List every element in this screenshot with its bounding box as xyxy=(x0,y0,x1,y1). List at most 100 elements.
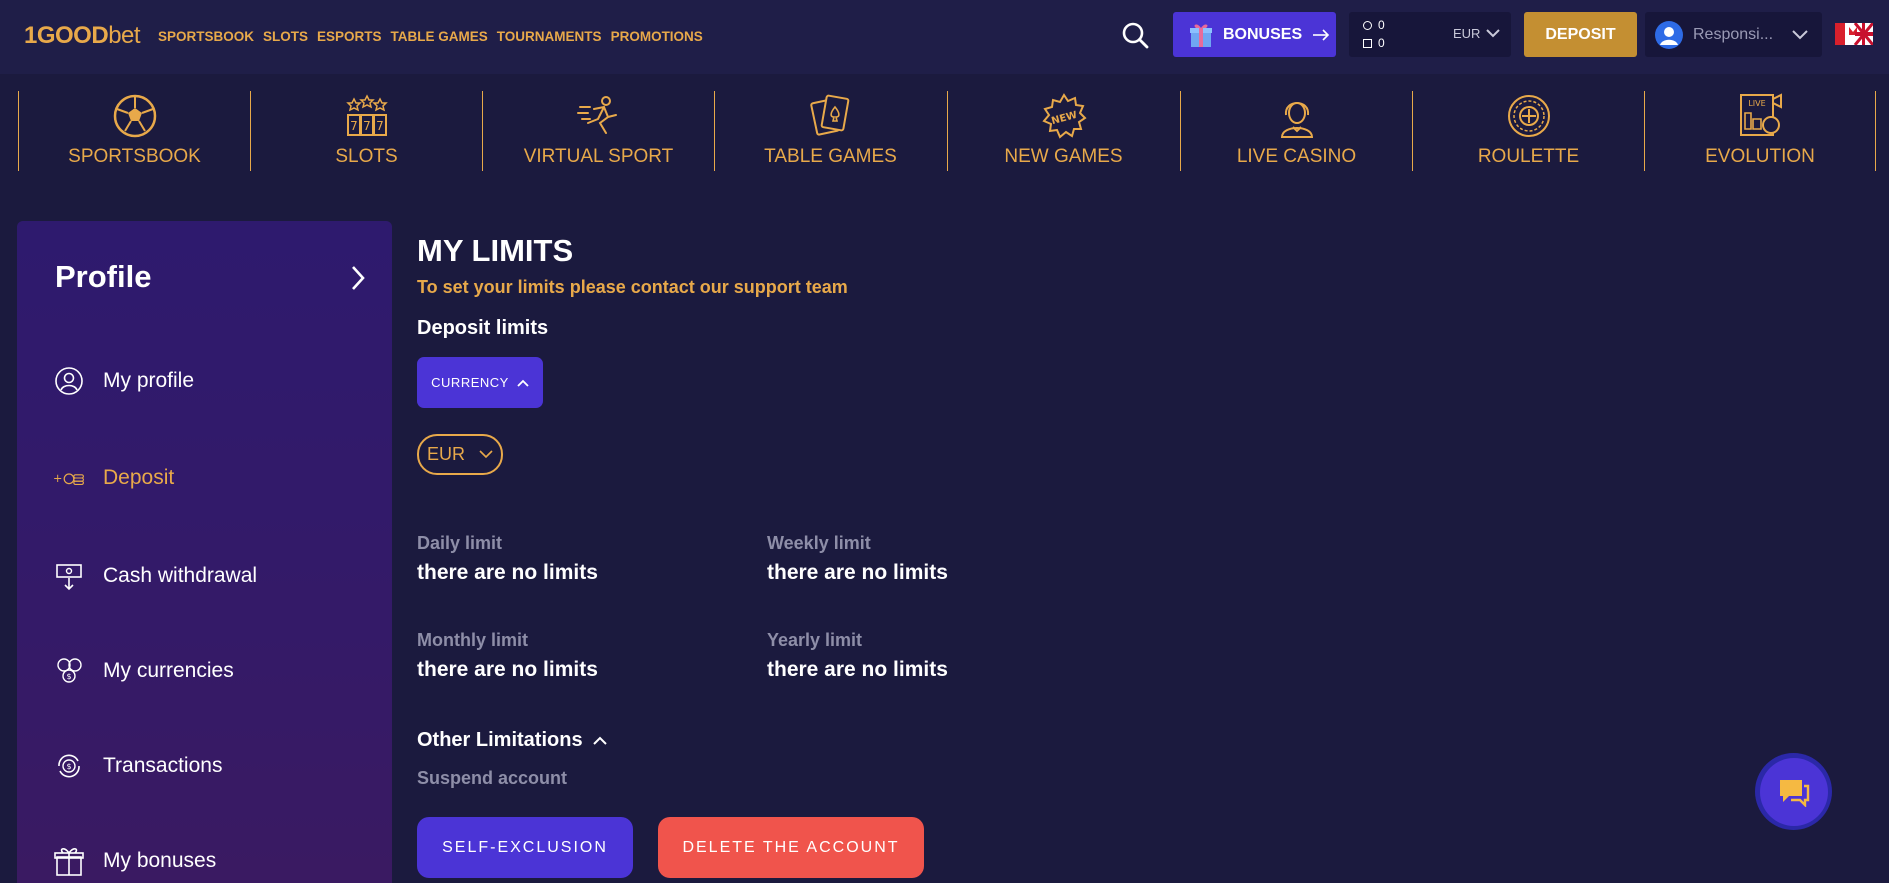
limit-label: Weekly limit xyxy=(767,533,871,553)
category-label: TABLE GAMES xyxy=(764,146,897,167)
chat-button-inner xyxy=(1759,757,1828,826)
soccer-ball-icon xyxy=(113,94,156,138)
svg-text:7: 7 xyxy=(350,119,358,133)
user-circle-icon xyxy=(53,365,85,397)
support-note: To set your limits please contact our su… xyxy=(417,277,848,297)
gift-small-icon xyxy=(1363,38,1372,48)
topnav-promotions[interactable]: PROMOTIONS xyxy=(611,29,703,44)
withdraw-icon xyxy=(53,560,85,592)
sidebar-item-transactions[interactable]: $ Transactions xyxy=(53,746,222,786)
sidebar-item-label: My profile xyxy=(103,369,195,392)
new-badge-icon: NEW xyxy=(1041,93,1087,139)
balance-bonus-value: 0 xyxy=(1378,36,1385,50)
delete-account-button[interactable]: DELETE THE ACCOUNT xyxy=(658,817,924,878)
topnav-esports[interactable]: ESPORTS xyxy=(317,29,382,44)
category-label: SLOTS xyxy=(335,146,398,167)
chevron-down-icon xyxy=(1486,29,1501,38)
weekly-limit: Weekly limit there are no limits xyxy=(767,533,948,585)
deposit-button[interactable]: DEPOSIT xyxy=(1524,12,1637,57)
chat-bubble-icon xyxy=(1779,779,1809,807)
page-title: MY LIMITS xyxy=(417,233,574,268)
search-icon[interactable] xyxy=(1120,20,1150,50)
currency-toggle-button[interactable]: CURRENCY xyxy=(417,357,543,408)
bonuses-button[interactable]: BONUSES xyxy=(1173,12,1336,57)
other-limitations-heading: Other Limitations xyxy=(417,729,583,751)
svg-text:7: 7 xyxy=(363,119,371,133)
limit-label: Yearly limit xyxy=(767,630,863,650)
brand-logo[interactable]: 1GOODbet xyxy=(24,22,141,50)
category-label: VIRTUAL SPORT xyxy=(523,146,674,167)
topnav-table-games[interactable]: TABLE GAMES xyxy=(391,29,488,44)
category-evolution[interactable]: LIVE EVOLUTION xyxy=(1644,91,1876,171)
category-new-games[interactable]: NEW NEW GAMES xyxy=(947,91,1179,171)
chevron-right-icon[interactable] xyxy=(347,263,369,293)
topnav-slots[interactable]: SLOTS xyxy=(263,29,308,44)
sidebar-item-my-profile[interactable]: My profile xyxy=(53,361,194,401)
top-nav: SPORTSBOOK SLOTS ESPORTS TABLE GAMES TOU… xyxy=(158,29,703,44)
category-roulette[interactable]: ROULETTE xyxy=(1412,91,1644,171)
balance-main-row: 0 xyxy=(1363,18,1385,32)
dealer-icon xyxy=(1280,102,1313,138)
sidebar-item-my-currencies[interactable]: $ My currencies xyxy=(53,651,234,691)
arrow-right-icon xyxy=(1313,28,1330,41)
deposit-limits-heading: Deposit limits xyxy=(417,317,549,339)
gift-box-icon xyxy=(1190,24,1212,47)
balance-box[interactable]: 0 0 EUR xyxy=(1349,12,1511,57)
coin-icon xyxy=(1363,20,1372,30)
playing-cards-icon xyxy=(809,94,849,136)
currencies-icon: $ xyxy=(53,655,85,687)
language-flag-icon[interactable] xyxy=(1835,23,1873,45)
chevron-down-icon xyxy=(479,450,493,459)
category-label: ROULETTE xyxy=(1477,146,1580,167)
yearly-limit: Yearly limit there are no limits xyxy=(767,630,948,682)
svg-text:LIVE: LIVE xyxy=(1748,99,1765,108)
category-sportsbook[interactable]: SPORTSBOOK xyxy=(18,91,250,171)
topnav-sportsbook[interactable]: SPORTSBOOK xyxy=(158,29,254,44)
self-exclusion-button[interactable]: SELF-EXCLUSION xyxy=(417,817,633,878)
currency-select[interactable]: EUR xyxy=(417,434,503,475)
topnav-tournaments[interactable]: TOURNAMENTS xyxy=(497,29,602,44)
chevron-up-icon xyxy=(592,736,607,745)
suspend-account-label: Suspend account xyxy=(417,768,568,788)
user-menu[interactable]: Responsi... xyxy=(1645,12,1822,57)
sidebar-item-deposit[interactable]: + Deposit xyxy=(53,458,174,498)
category-label: EVOLUTION xyxy=(1705,146,1815,167)
live-camera-icon: LIVE xyxy=(1740,93,1782,136)
sidebar-item-label: Deposit xyxy=(103,466,175,489)
category-table-games[interactable]: TABLE GAMES xyxy=(714,91,946,171)
gift-icon xyxy=(53,845,85,877)
category-label: LIVE CASINO xyxy=(1236,146,1357,167)
chevron-down-icon xyxy=(1792,29,1808,39)
limit-value: there are no limits xyxy=(767,658,948,681)
currency-select-value: EUR xyxy=(427,444,466,464)
category-live-casino[interactable]: LIVE CASINO xyxy=(1180,91,1412,171)
logo-main-text: 1GOOD xyxy=(24,22,109,49)
category-slots[interactable]: 7 7 7 SLOTS xyxy=(250,91,482,171)
chevron-up-icon xyxy=(517,379,529,387)
sidebar-item-label: Cash withdrawal xyxy=(103,564,258,587)
category-label: SPORTSBOOK xyxy=(68,146,201,167)
runner-icon xyxy=(576,96,617,134)
bonuses-label: BONUSES xyxy=(1223,25,1303,43)
svg-text:7: 7 xyxy=(376,119,384,133)
svg-text:$: $ xyxy=(66,762,71,771)
sidebar-item-cash-withdrawal[interactable]: Cash withdrawal xyxy=(53,556,257,596)
limit-value: there are no limits xyxy=(417,658,598,681)
user-name: Responsi... xyxy=(1693,25,1774,43)
daily-limit: Daily limit there are no limits xyxy=(417,533,598,585)
svg-text:$: $ xyxy=(66,672,71,681)
limit-label: Daily limit xyxy=(417,533,503,553)
chat-button[interactable] xyxy=(1755,753,1832,830)
sidebar-item-label: My bonuses xyxy=(103,849,217,872)
other-limitations-toggle[interactable]: Other Limitations xyxy=(417,729,607,752)
category-bar: SPORTSBOOK 7 7 7 SLOTS VIRTUAL SPORT TAB… xyxy=(0,74,1889,184)
category-label: NEW GAMES xyxy=(1004,146,1123,167)
sidebar-item-label: Transactions xyxy=(103,754,223,777)
currency-label: EUR xyxy=(1453,26,1481,41)
profile-sidebar: Profile My profile + Deposit Cash withdr… xyxy=(17,221,392,883)
logo-suffix-text: bet xyxy=(108,22,141,49)
sidebar-title: Profile xyxy=(55,259,152,294)
currency-dropdown[interactable]: EUR xyxy=(1453,26,1501,41)
category-virtual-sport[interactable]: VIRTUAL SPORT xyxy=(482,91,714,171)
sidebar-item-my-bonuses[interactable]: My bonuses xyxy=(53,841,216,881)
